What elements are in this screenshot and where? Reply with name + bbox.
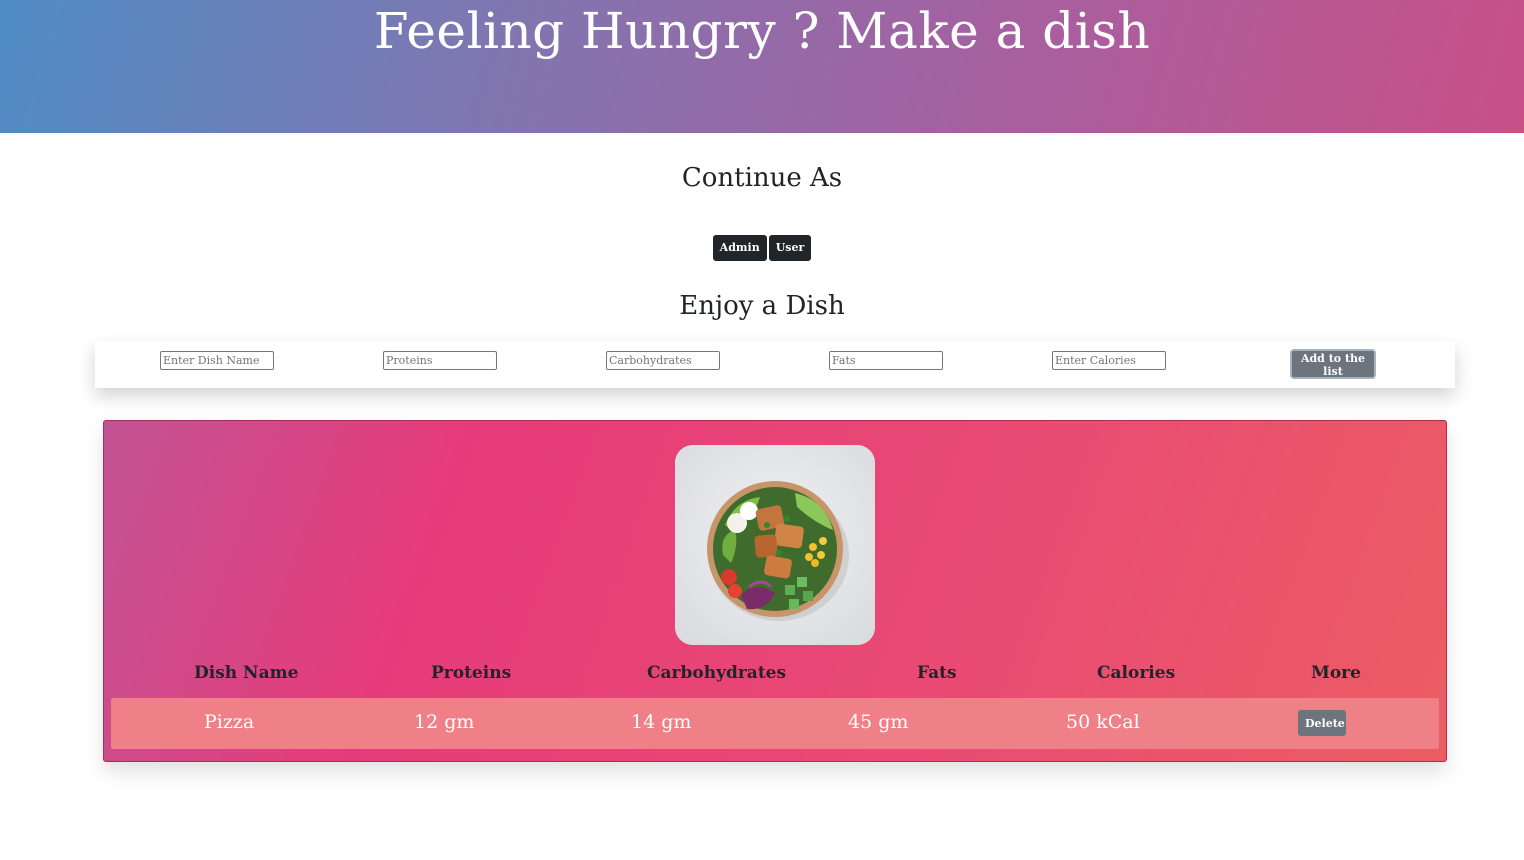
add-dish-form: Add to the list	[95, 341, 1455, 388]
cell-dish-name: Pizza	[204, 711, 255, 733]
calories-input[interactable]	[1052, 351, 1166, 370]
admin-button[interactable]: Admin	[712, 235, 767, 261]
column-header-calories: Calories	[1097, 663, 1176, 683]
salad-bowl-illustration	[675, 445, 875, 645]
user-button[interactable]: User	[768, 235, 812, 261]
column-header-more: More	[1311, 663, 1361, 683]
role-button-group: Admin User	[0, 235, 1524, 261]
table-row: Pizza 12 gm 14 gm 45 gm 50 kCal Delete	[111, 698, 1439, 749]
enjoy-dish-heading: Enjoy a Dish	[679, 291, 845, 321]
fats-input[interactable]	[829, 351, 943, 370]
cell-proteins: 12 gm	[414, 711, 475, 733]
page-header: Feeling Hungry ? Make a dish	[0, 0, 1524, 133]
delete-button[interactable]: Delete	[1298, 710, 1346, 736]
dish-table-header: Dish Name Proteins Carbohydrates Fats Ca…	[104, 663, 1446, 687]
dish-name-input[interactable]	[160, 351, 274, 370]
column-header-dish-name: Dish Name	[194, 663, 299, 683]
cell-fats: 45 gm	[848, 711, 909, 733]
add-to-list-button[interactable]: Add to the list	[1290, 349, 1376, 379]
continue-as-heading: Continue As	[681, 163, 843, 193]
carbohydrates-input[interactable]	[606, 351, 720, 370]
salad-bowl-photo	[675, 445, 875, 645]
column-header-fats: Fats	[917, 663, 957, 683]
column-header-carbohydrates: Carbohydrates	[647, 663, 787, 683]
cell-carbohydrates: 14 gm	[631, 711, 692, 733]
proteins-input[interactable]	[383, 351, 497, 370]
dish-card: Dish Name Proteins Carbohydrates Fats Ca…	[103, 420, 1447, 762]
column-header-proteins: Proteins	[431, 663, 512, 683]
cell-calories: 50 kCal	[1066, 711, 1140, 733]
page-title: Feeling Hungry ? Make a dish	[373, 2, 1151, 60]
